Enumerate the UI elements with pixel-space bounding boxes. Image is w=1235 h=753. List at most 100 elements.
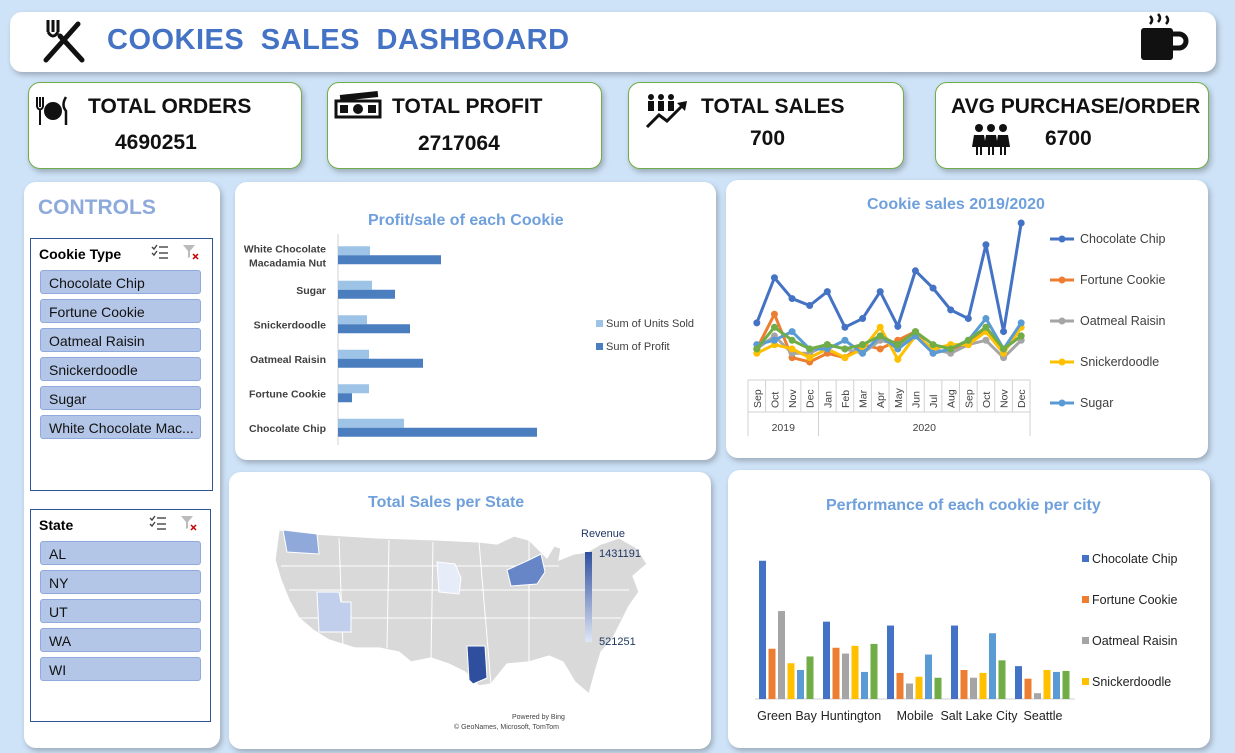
bar-profit	[338, 393, 352, 403]
bar	[806, 656, 814, 699]
category-label: Green Bay	[757, 709, 818, 723]
category-label: Huntington	[821, 709, 882, 723]
kpi-label: AVG PURCHASE/ORDER	[951, 95, 1201, 118]
slicer-item-al[interactable]: AL	[40, 541, 201, 565]
clear-filter-icon[interactable]	[182, 244, 200, 260]
x-tick-label: Oct	[981, 392, 993, 408]
legend-marker	[1058, 399, 1066, 407]
state-slicer: State AL NY UT WA WI	[30, 509, 211, 722]
state-wa	[282, 529, 320, 555]
bar-units	[338, 315, 367, 325]
data-point	[823, 341, 831, 349]
map-attribution-credits: © GeoNames, Microsoft, TomTom	[454, 724, 559, 731]
map-legend-min: 521251	[599, 636, 636, 648]
bar	[823, 621, 830, 699]
x-tick-label: Mar	[858, 389, 870, 408]
clear-filter-icon[interactable]	[180, 515, 198, 531]
kpi-avg-purchase: AVG PURCHASE/ORDER 6700	[935, 82, 1209, 169]
data-point	[894, 355, 902, 363]
kpi-total-sales: TOTAL SALES 700	[628, 82, 904, 169]
map-attribution-powered: Powered by Bing	[512, 714, 565, 721]
data-point	[770, 274, 778, 282]
data-point	[982, 241, 990, 249]
cookie-type-slicer: Cookie Type Chocolate Chip Fortune Cooki…	[30, 238, 213, 491]
data-point	[876, 288, 884, 296]
page-title: COOKIES SALES DASHBOARD	[107, 24, 570, 56]
data-point	[788, 336, 796, 344]
bar-profit	[338, 255, 441, 265]
multi-select-icon[interactable]	[149, 515, 167, 531]
category-label: Fortune Cookie	[249, 388, 326, 400]
bar-units	[338, 349, 369, 359]
x-tick-label: Aug	[946, 389, 958, 408]
us-map[interactable]	[229, 472, 711, 749]
bar-units	[338, 384, 369, 394]
data-point	[770, 336, 778, 344]
data-point	[1017, 219, 1025, 227]
map-legend-max: 1431191	[599, 548, 642, 560]
data-point	[806, 345, 814, 353]
controls-panel: CONTROLS Cookie Type Chocolate Chip Fort…	[24, 182, 220, 748]
category-label: Seattle	[1024, 709, 1063, 723]
legend-label: Chocolate Chip	[1092, 552, 1178, 566]
data-point	[947, 345, 955, 353]
data-point	[929, 341, 937, 349]
slicer-item-chocolate-chip[interactable]: Chocolate Chip	[40, 270, 201, 294]
data-point	[982, 323, 990, 331]
bar-profit	[338, 427, 537, 437]
slicer-item-oatmeal-raisin[interactable]: Oatmeal Raisin	[40, 328, 201, 352]
dashboard-header: COOKIES SALES DASHBOARD	[10, 12, 1216, 72]
multi-select-icon[interactable]	[151, 244, 169, 260]
slicer-item-ut[interactable]: UT	[40, 599, 201, 623]
data-point	[859, 315, 867, 323]
bar	[998, 660, 1006, 699]
slicer-item-snickerdoodle[interactable]: Snickerdoodle	[40, 357, 201, 381]
legend-swatch	[1082, 555, 1089, 562]
bar	[842, 653, 849, 699]
bar	[979, 672, 987, 699]
x-tick-label: Nov	[787, 389, 799, 408]
slicer-item-ny[interactable]: NY	[40, 570, 201, 594]
bar	[797, 670, 804, 699]
kpi-total-orders: TOTAL ORDERS 4690251	[28, 82, 302, 169]
slicer-title: State	[39, 517, 74, 533]
bar-profit	[338, 358, 423, 368]
legend-label: Fortune Cookie	[1092, 593, 1178, 607]
x-group-label: 2020	[913, 422, 937, 434]
legend-marker	[1058, 276, 1066, 284]
slicer-item-white-chocolate[interactable]: White Chocolate Mac...	[40, 415, 201, 439]
x-tick-label: Sep	[963, 389, 975, 408]
bar	[906, 683, 913, 699]
kpi-label: TOTAL SALES	[701, 95, 845, 118]
kpi-total-profit: TOTAL PROFIT 2717064	[327, 82, 602, 169]
profit-chart-card: Profit/sale of each Cookie White Chocola…	[235, 182, 716, 460]
kpi-label: TOTAL ORDERS	[88, 95, 252, 118]
bar	[1062, 670, 1070, 699]
bar	[1015, 666, 1022, 699]
bar	[934, 677, 942, 699]
legend-label: Snickerdoodle	[1092, 675, 1171, 689]
data-point	[841, 323, 849, 331]
slicer-item-wi[interactable]: WI	[40, 657, 201, 681]
legend-label: Snickerdoodle	[1080, 355, 1159, 369]
legend-label: Sugar	[1080, 396, 1113, 410]
bar-units	[338, 418, 404, 428]
bar	[1043, 670, 1051, 699]
bar	[925, 654, 932, 699]
sales-line-chart-card: Cookie sales 2019/2020 Sep Oct Nov Dec Jan Fe…	[726, 180, 1208, 458]
legend-marker	[1058, 358, 1066, 366]
slicer-item-fortune-cookie[interactable]: Fortune Cookie	[40, 299, 201, 323]
data-point	[788, 345, 796, 353]
slicer-item-sugar[interactable]: Sugar	[40, 386, 201, 410]
slicer-item-wa[interactable]: WA	[40, 628, 201, 652]
kpi-value: 4690251	[115, 131, 197, 154]
x-tick-label: Oct	[769, 392, 781, 408]
x-tick-label: May	[893, 387, 905, 408]
profit-bar-chart: White Chocolate Macadamia Nut Sugar Snicker…	[244, 234, 694, 445]
bar	[887, 625, 894, 699]
sales-line-chart: Sep Oct Nov Dec Jan Feb Mar Apr May Jun Jul Aug Sep O…	[747, 219, 1166, 436]
bar	[896, 672, 904, 699]
state-al	[466, 645, 488, 685]
data-point	[894, 322, 902, 330]
category-label: Macadamia Nut	[249, 257, 327, 269]
